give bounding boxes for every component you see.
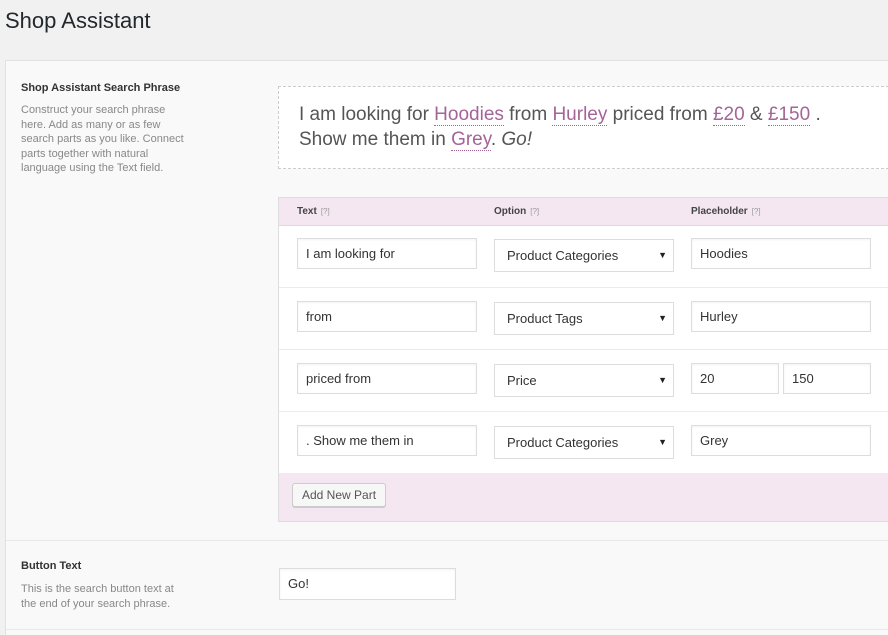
part-option-select[interactable]: Product Tags ▼ xyxy=(494,302,674,335)
preview-text: I am looking for xyxy=(299,104,435,125)
part-text-input[interactable]: . Show me them in xyxy=(297,425,477,456)
preview-text: & xyxy=(744,104,768,125)
price-min-input[interactable]: 20 xyxy=(691,363,779,394)
preview-go-text: Go! xyxy=(501,129,533,150)
select-value: Product Tags xyxy=(507,311,583,326)
dropdown-arrow-icon: ▼ xyxy=(658,375,667,385)
search-phrase-label: Shop Assistant Search Phrase xyxy=(21,82,181,94)
search-phrase-description: Construct your search phrase here. Add a… xyxy=(21,104,184,174)
part-option-select[interactable]: Product Categories ▼ xyxy=(494,426,674,459)
page-title: Shop Assistant xyxy=(5,8,151,33)
column-header-option: Option [?] xyxy=(494,206,539,217)
select-value: Product Categories xyxy=(507,248,619,263)
help-icon[interactable]: [?] xyxy=(530,207,539,216)
column-header-text: Text [?] xyxy=(297,206,330,217)
part-text-input[interactable]: from xyxy=(297,301,477,332)
search-parts-table: Text [?] Option [?] Placeholder [?] I am lo… xyxy=(278,197,888,522)
settings-panel: Shop Assistant Search Phrase Construct y… xyxy=(5,60,888,635)
part-placeholder-input[interactable]: Hurley xyxy=(691,301,871,332)
column-header-placeholder: Placeholder [?] xyxy=(691,206,761,217)
column-header-label: Text xyxy=(297,206,317,217)
table-row: priced from Price ▼ 20 150 xyxy=(279,349,888,412)
column-header-label: Option xyxy=(494,206,527,217)
table-row: from Product Tags ▼ Hurley xyxy=(279,287,888,350)
price-max-input[interactable]: 150 xyxy=(783,363,871,394)
preview-placeholder: Grey xyxy=(451,129,491,151)
preview-text: from xyxy=(503,104,553,125)
preview-text: priced from xyxy=(607,104,713,125)
button-text-label: Button Text xyxy=(21,560,82,572)
table-row: I am looking for Product Categories ▼ Hoo… xyxy=(279,225,888,288)
select-value: Price xyxy=(507,373,537,388)
part-placeholder-input[interactable]: Grey xyxy=(691,425,871,456)
preview-text: . xyxy=(490,129,502,150)
dropdown-arrow-icon: ▼ xyxy=(658,313,667,323)
add-new-part-button[interactable]: Add New Part xyxy=(292,483,387,507)
help-icon[interactable]: [?] xyxy=(752,207,761,216)
table-footer: Add New Part xyxy=(279,473,888,521)
part-option-select[interactable]: Product Categories ▼ xyxy=(494,239,674,272)
select-value: Product Categories xyxy=(507,435,619,450)
dropdown-arrow-icon: ▼ xyxy=(658,250,667,260)
table-header: Text [?] Option [?] Placeholder [?] xyxy=(279,198,888,226)
part-text-input[interactable]: priced from xyxy=(297,363,477,394)
part-text-input[interactable]: I am looking for xyxy=(297,238,477,269)
section-divider xyxy=(6,540,888,541)
preview-placeholder: Hurley xyxy=(552,104,608,126)
preview-placeholder: Hoodies xyxy=(434,104,504,126)
part-option-select[interactable]: Price ▼ xyxy=(494,364,674,397)
preview-placeholder: £20 xyxy=(712,104,745,126)
help-icon[interactable]: [?] xyxy=(321,207,330,216)
search-phrase-preview: I am looking for Hoodies from Hurley pri… xyxy=(278,86,888,169)
part-placeholder-input[interactable]: Hoodies xyxy=(691,238,871,269)
column-header-label: Placeholder xyxy=(691,206,748,217)
section-divider xyxy=(6,629,888,630)
table-row: . Show me them in Product Categories ▼ Gr… xyxy=(279,411,888,474)
preview-placeholder: £150 xyxy=(767,104,811,126)
button-text-input[interactable]: Go! xyxy=(279,568,456,600)
button-text-description: This is the search button text at the en… xyxy=(21,583,174,610)
dropdown-arrow-icon: ▼ xyxy=(658,437,667,447)
